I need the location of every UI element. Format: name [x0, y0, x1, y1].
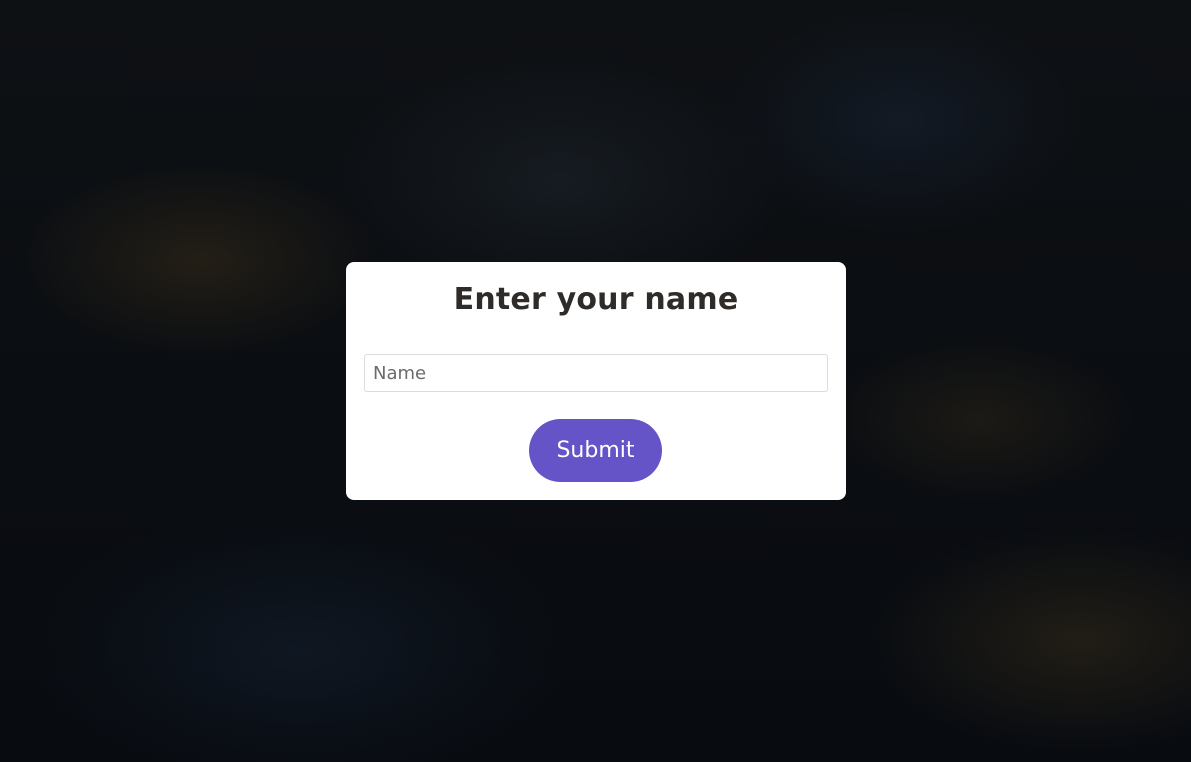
dialog-title: Enter your name	[453, 282, 739, 317]
name-dialog: Enter your name Submit	[346, 262, 846, 500]
submit-button[interactable]: Submit	[529, 419, 662, 482]
name-input[interactable]	[364, 354, 828, 392]
